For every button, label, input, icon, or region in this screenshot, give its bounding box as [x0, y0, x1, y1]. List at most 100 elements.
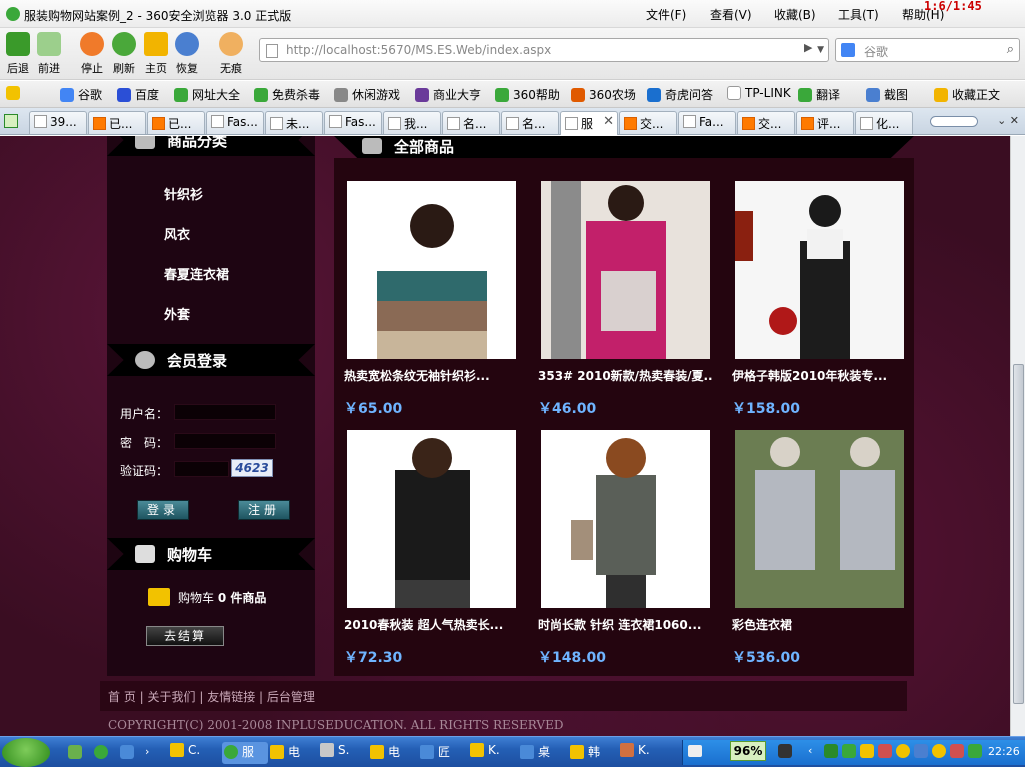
product-name[interactable]: 彩色连衣裙 — [732, 616, 907, 633]
taskbar-item[interactable]: K. — [620, 743, 650, 763]
forward-button[interactable]: 前进 — [34, 32, 64, 76]
footer-link-about[interactable]: 关于我们 — [148, 690, 196, 704]
tray-icon[interactable] — [950, 744, 964, 758]
browser-tab[interactable]: Fas... — [324, 111, 382, 134]
tab-scroll-slider[interactable] — [930, 116, 978, 127]
fav-360-help[interactable]: 360帮助 — [495, 86, 560, 103]
category-summer-dress[interactable]: 春夏连衣裙 — [164, 264, 229, 283]
favorites-star-icon[interactable] — [6, 86, 24, 100]
taskbar-item[interactable]: K. — [470, 743, 500, 763]
tray-icon[interactable] — [914, 744, 928, 758]
product-name[interactable]: 时尚长款 针织 连衣裙1060... — [538, 616, 713, 633]
captcha-image[interactable]: 4623 — [231, 459, 273, 477]
taskbar-item[interactable]: 韩 — [570, 743, 600, 763]
menu-tools[interactable]: 工具(T) — [838, 6, 902, 23]
fav-free-antivirus[interactable]: 免费杀毒 — [254, 86, 320, 103]
tray-icon[interactable] — [842, 744, 856, 758]
vertical-scrollbar[interactable] — [1010, 136, 1025, 736]
fav-screenshot[interactable]: 截图 — [866, 86, 908, 103]
taskbar-item-active[interactable]: 服 — [222, 742, 269, 764]
tray-icon[interactable] — [824, 744, 838, 758]
go-arrow-icon[interactable]: ▶ — [804, 41, 824, 59]
browser-tab[interactable]: 我... — [383, 111, 441, 134]
fav-translate[interactable]: 翻译 — [798, 86, 840, 103]
battery-indicator[interactable]: 96% — [730, 741, 766, 761]
tab-controls[interactable]: ⌄ ✕ — [997, 114, 1019, 127]
chevron-left-icon[interactable]: ‹ — [808, 744, 822, 758]
browser-tab[interactable]: Fa... — [678, 111, 736, 134]
shield-icon[interactable] — [968, 744, 982, 758]
fav-tplink[interactable]: TP-LINK — [727, 86, 791, 100]
browser-tab[interactable]: 名... — [442, 111, 500, 134]
category-jacket[interactable]: 外套 — [164, 304, 190, 323]
restore-button[interactable]: 恢复 — [172, 32, 202, 76]
footer-link-admin[interactable]: 后台管理 — [267, 690, 315, 704]
cart-summary[interactable]: 购物车 0 件商品 — [148, 588, 266, 606]
browser-tab[interactable]: 已... — [88, 111, 146, 134]
tray-icon[interactable] — [860, 744, 874, 758]
tray-icon[interactable] — [878, 744, 892, 758]
qq-icon[interactable] — [896, 744, 910, 758]
incognito-button[interactable]: 无痕 — [216, 32, 246, 76]
browser-tab[interactable]: 名... — [501, 111, 559, 134]
power-plug-icon[interactable] — [778, 744, 792, 758]
taskbar-item[interactable]: 电 — [270, 743, 300, 763]
browser-tab[interactable]: 已... — [147, 111, 205, 134]
product-name[interactable]: 2010春秋装 超人气热卖长... — [344, 616, 519, 633]
browser-tab-active[interactable]: 服 ✕ — [560, 111, 618, 135]
product-image[interactable] — [541, 430, 710, 608]
chevron-right-icon[interactable]: › — [145, 745, 149, 758]
browser-tab[interactable]: 未... — [265, 111, 323, 134]
footer-link-home[interactable]: 首 页 — [108, 690, 136, 704]
password-field[interactable] — [174, 433, 276, 449]
scrollbar-thumb[interactable] — [1013, 364, 1024, 704]
product-name[interactable]: 353# 2010新款/热卖春装/夏... — [538, 367, 713, 384]
browser-tab[interactable]: 交... — [737, 111, 795, 134]
username-field[interactable] — [174, 404, 276, 420]
taskbar-item[interactable]: S. — [320, 743, 349, 763]
fav-bookmark-text[interactable]: 收藏正文 — [934, 86, 1000, 103]
checkout-button[interactable]: 去结算 — [146, 626, 224, 646]
product-image[interactable] — [735, 430, 904, 608]
menu-view[interactable]: 查看(V) — [710, 6, 774, 23]
product-name[interactable]: 热卖宽松条纹无袖针织衫... — [344, 367, 519, 384]
search-box[interactable]: 谷歌 ⌕ — [835, 38, 1020, 62]
product-name[interactable]: 伊格子韩版2010年秋装专... — [732, 367, 907, 384]
search-icon[interactable]: ⌕ — [1007, 42, 1014, 57]
fav-business-tycoon[interactable]: 商业大亨 — [415, 86, 481, 103]
qq-icon[interactable] — [932, 744, 946, 758]
quicklaunch-icon[interactable] — [68, 745, 82, 759]
keyboard-icon[interactable] — [688, 745, 702, 757]
browser-tab[interactable]: Fas... — [206, 111, 264, 134]
fav-casual-games[interactable]: 休闲游戏 — [334, 86, 400, 103]
register-button[interactable]: 注册 — [238, 500, 290, 520]
clock[interactable]: 22:26 — [988, 745, 1020, 758]
category-trench-coat[interactable]: 风衣 — [164, 224, 190, 243]
quicklaunch-icon[interactable] — [94, 745, 108, 759]
close-icon[interactable]: ✕ — [603, 114, 614, 129]
address-bar[interactable]: http://localhost:5670/MS.ES.Web/index.as… — [259, 38, 829, 62]
product-image[interactable] — [735, 181, 904, 359]
quicklaunch-icon[interactable] — [120, 745, 134, 759]
browser-tab[interactable]: 化... — [855, 111, 913, 134]
fav-site-directory[interactable]: 网址大全 — [174, 86, 240, 103]
taskbar-item[interactable]: C. — [170, 743, 200, 763]
product-image[interactable] — [347, 430, 516, 608]
captcha-field[interactable] — [174, 461, 229, 477]
fav-baidu[interactable]: 百度 — [117, 86, 159, 103]
category-knitwear[interactable]: 针织衫 — [164, 184, 203, 203]
browser-tab[interactable]: 评... — [796, 111, 854, 134]
tab-list-icon[interactable] — [4, 114, 18, 128]
taskbar-item[interactable]: 匠 — [420, 743, 450, 763]
taskbar-item[interactable]: 桌 — [520, 743, 550, 763]
browser-tab[interactable]: 39... — [29, 111, 87, 134]
fav-qihoo-qa[interactable]: 奇虎问答 — [647, 86, 713, 103]
menu-file[interactable]: 文件(F) — [646, 6, 710, 23]
fav-360-farm[interactable]: 360农场 — [571, 86, 636, 103]
login-button[interactable]: 登录 — [137, 500, 189, 520]
product-image[interactable] — [541, 181, 710, 359]
product-image[interactable] — [347, 181, 516, 359]
browser-tab[interactable]: 交... — [619, 111, 677, 134]
taskbar-item[interactable]: 电 — [370, 743, 400, 763]
start-button[interactable] — [2, 738, 50, 767]
